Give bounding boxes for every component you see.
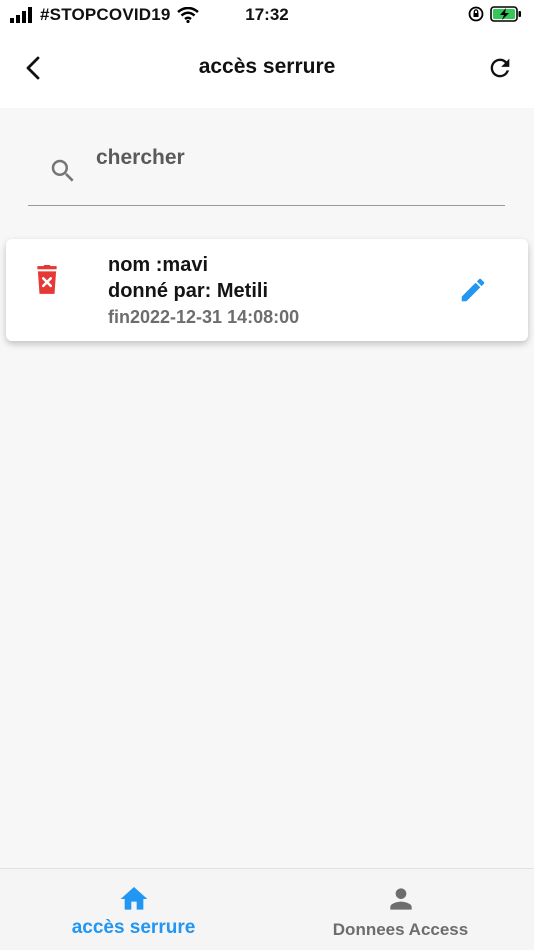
- home-icon: [120, 887, 148, 910]
- nav-label: Donnees Access: [332, 920, 469, 939]
- delete-icon[interactable]: [34, 265, 60, 295]
- battery-charging-icon: [490, 6, 521, 22]
- access-card: nom :mavi donné par: Metili fin2022-12-3…: [6, 239, 528, 341]
- status-bar: #STOPCOVID19 17:32: [0, 0, 534, 30]
- search-icon: [51, 159, 74, 182]
- page-title: accès serrure: [198, 55, 336, 78]
- bottom-navigation: accès serrure Donnees Access: [0, 868, 534, 950]
- nav-label: accès serrure: [71, 917, 196, 938]
- search-bar: [28, 140, 505, 206]
- search-input[interactable]: [96, 142, 476, 174]
- access-given-by: donné par: Metili: [108, 280, 268, 302]
- access-name: nom :mavi: [108, 254, 209, 276]
- access-end-date: fin2022-12-31 14:08:00: [108, 307, 300, 327]
- app-bar: accès serrure: [0, 30, 534, 108]
- edit-icon[interactable]: [458, 275, 488, 305]
- refresh-icon[interactable]: [486, 54, 514, 82]
- status-right: [462, 6, 522, 22]
- app-screen: #STOPCOVID19 17:32 accès serrure cherche…: [0, 0, 534, 950]
- orientation-lock-icon: [468, 6, 484, 22]
- nav-item-acces-serrure[interactable]: accès serrure: [0, 869, 267, 950]
- person-icon: [390, 888, 412, 910]
- access-details: nom :mavi donné par: Metili fin2022-12-3…: [108, 252, 299, 330]
- status-time: 17:32: [245, 5, 289, 24]
- nav-item-donnees-access[interactable]: Donnees Access: [267, 869, 534, 950]
